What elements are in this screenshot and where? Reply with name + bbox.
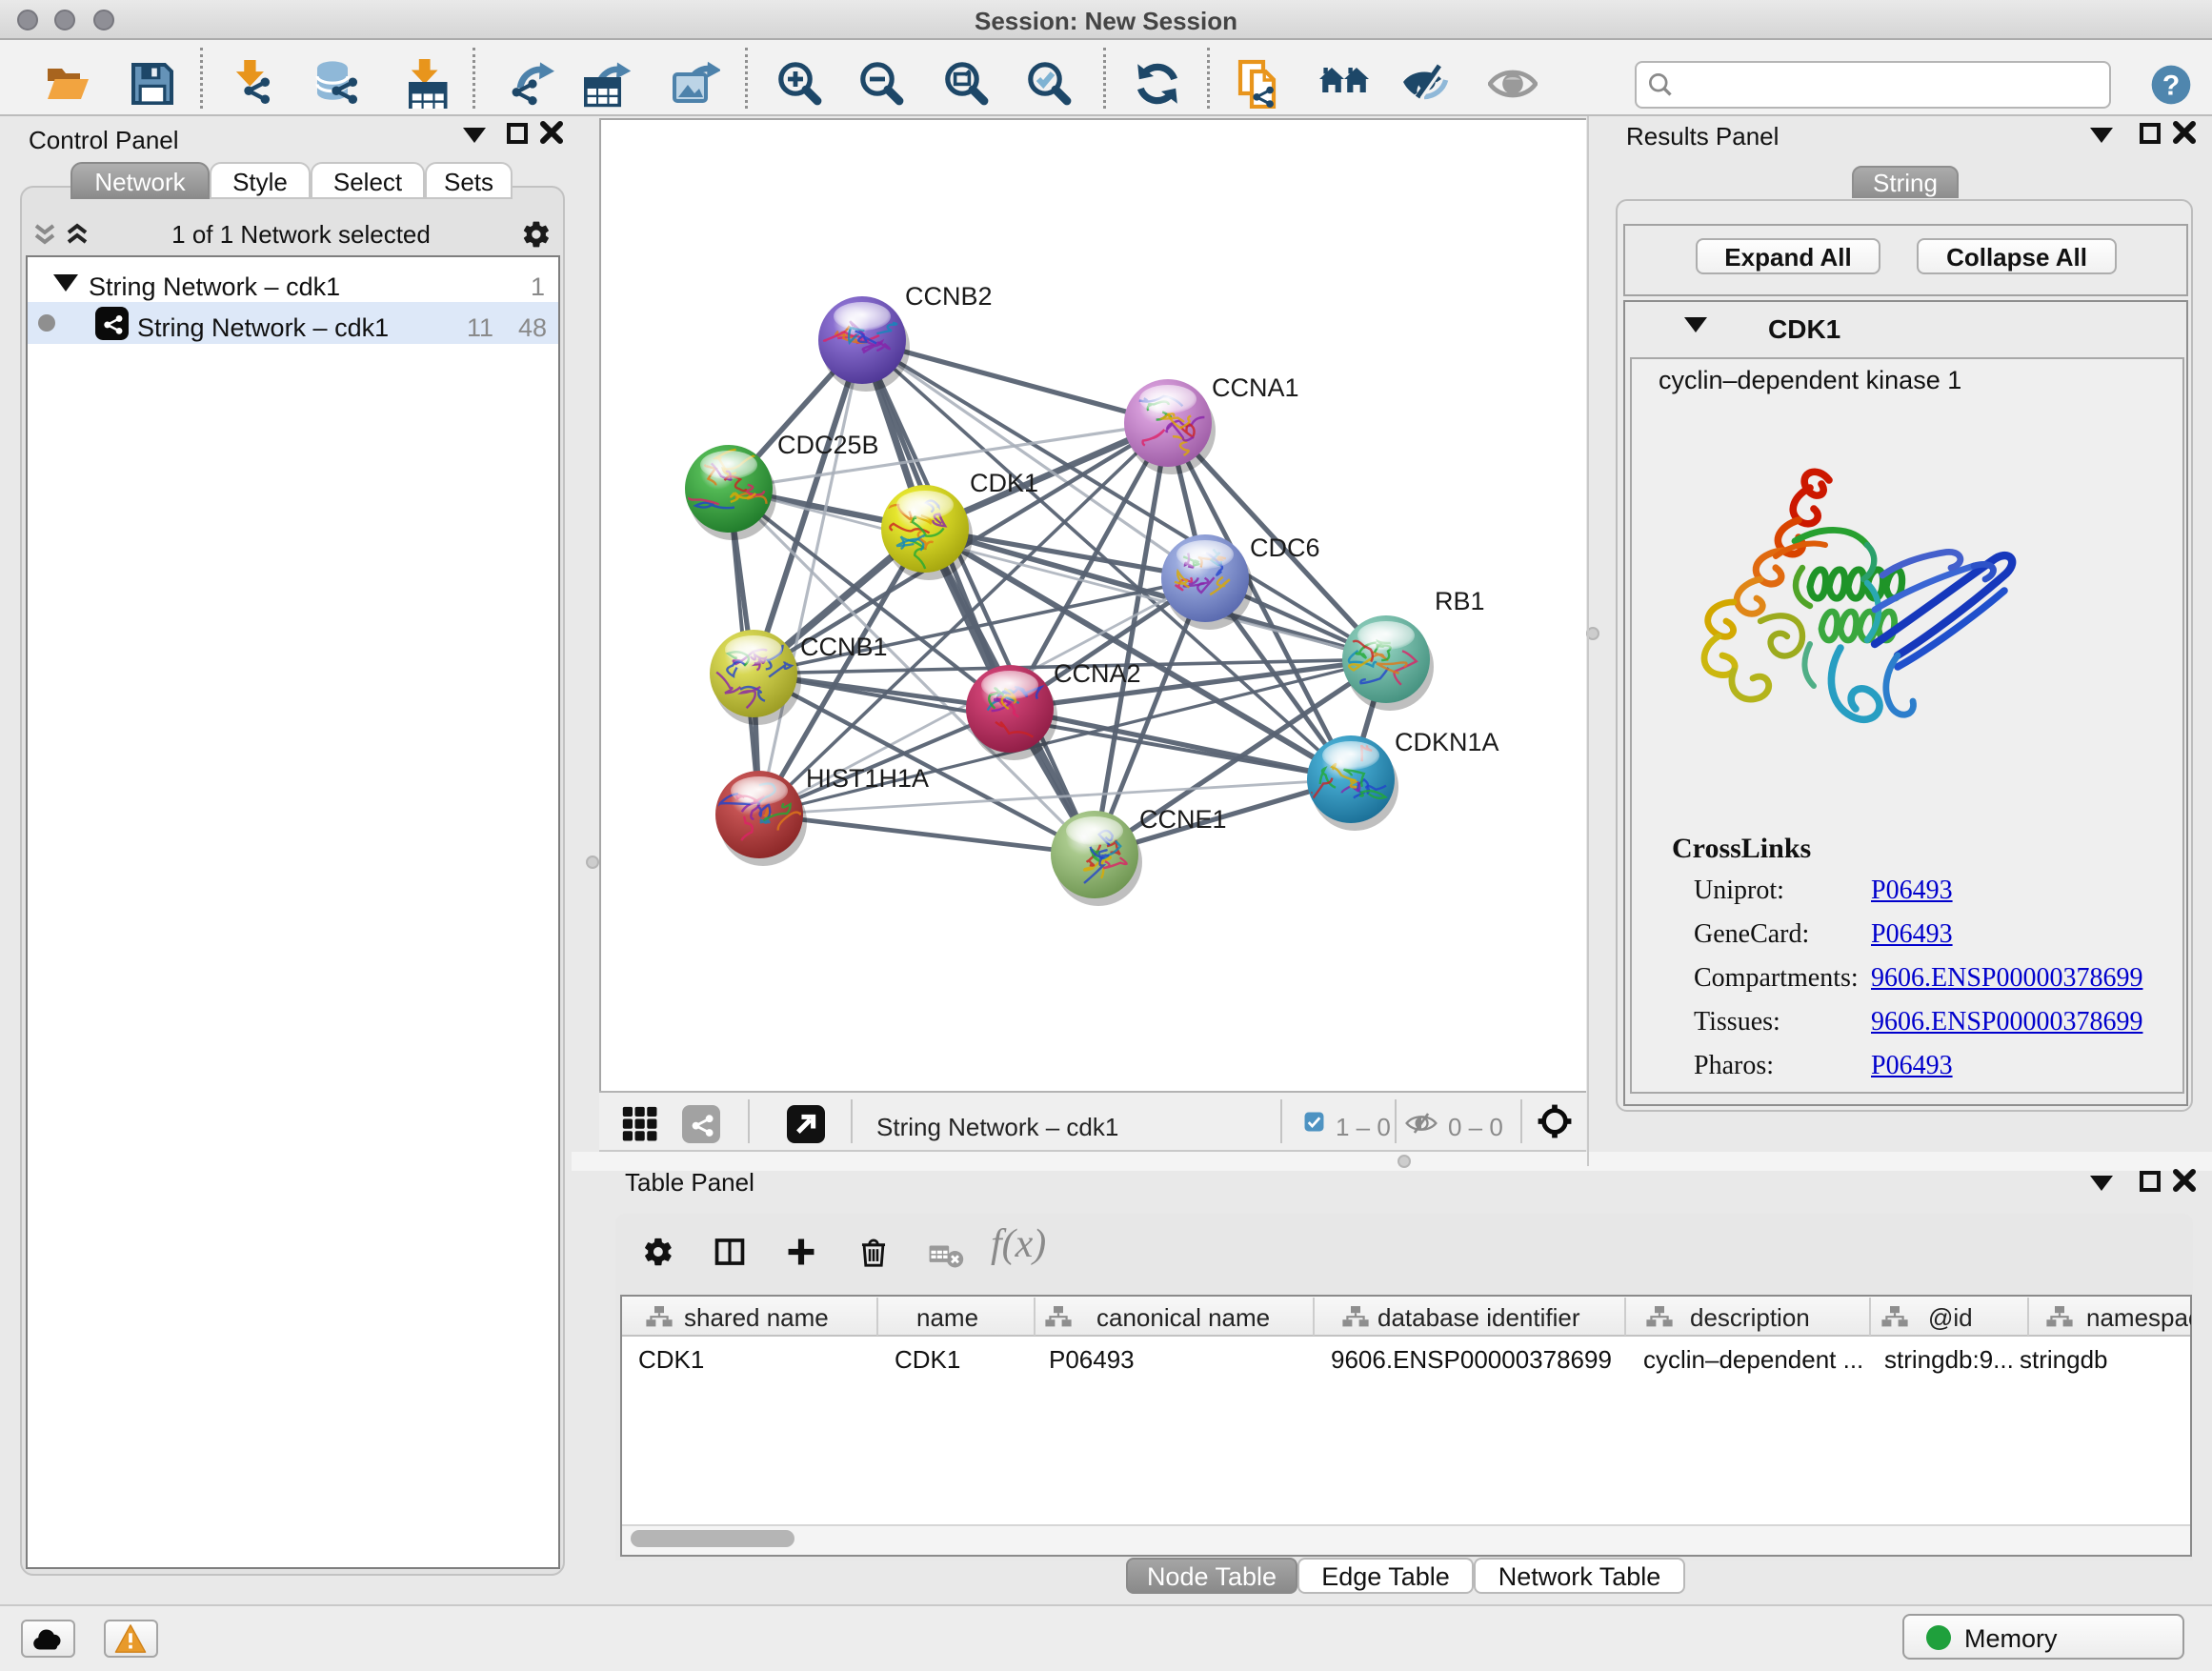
svg-text:CCNB2: CCNB2 bbox=[905, 282, 993, 311]
svg-text:RB1: RB1 bbox=[1435, 587, 1485, 615]
svg-text:CDC6: CDC6 bbox=[1250, 534, 1320, 562]
svg-text:CCNE1: CCNE1 bbox=[1139, 805, 1227, 834]
svg-text:CDC25B: CDC25B bbox=[777, 431, 879, 459]
svg-text:?: ? bbox=[2162, 70, 2180, 102]
svg-text:CCNB1: CCNB1 bbox=[800, 633, 888, 661]
svg-text:HIST1H1A: HIST1H1A bbox=[806, 764, 929, 793]
svg-text:CDKN1A: CDKN1A bbox=[1395, 728, 1499, 756]
svg-text:CDK1: CDK1 bbox=[970, 469, 1038, 497]
svg-text:CCNA1: CCNA1 bbox=[1212, 373, 1299, 402]
svg-text:CCNA2: CCNA2 bbox=[1054, 659, 1141, 688]
